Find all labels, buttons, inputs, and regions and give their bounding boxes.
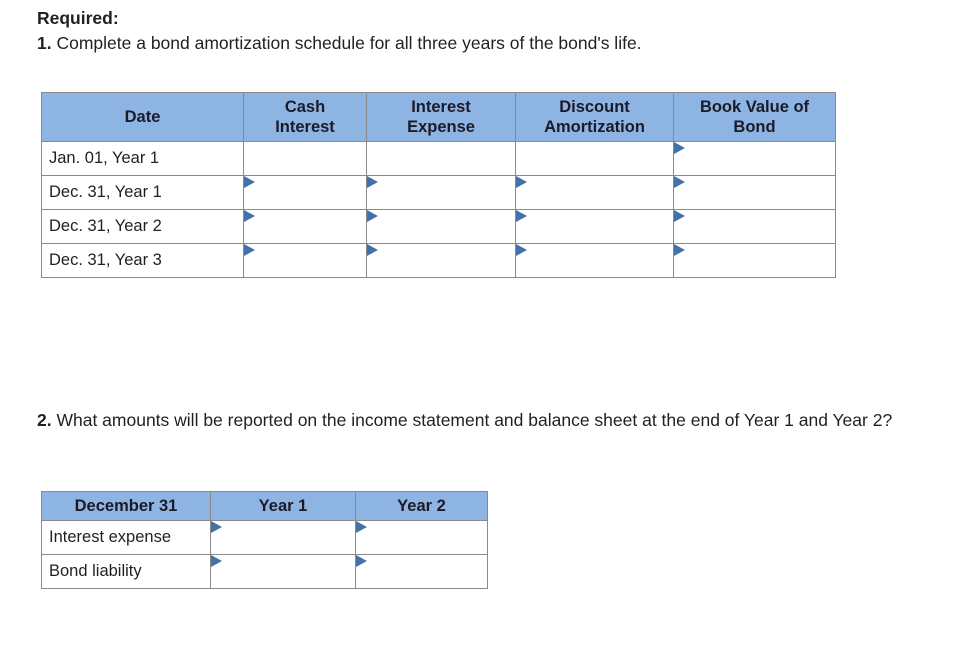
blue-triangle-marker-icon bbox=[244, 176, 255, 188]
blue-triangle-marker-icon bbox=[516, 210, 527, 222]
cell-interest-expense-row-4[interactable] bbox=[366, 243, 516, 278]
cell-bond-liability-year-1[interactable] bbox=[210, 554, 356, 589]
required-label: Required: bbox=[37, 8, 119, 28]
column-header-year-2: Year 2 bbox=[355, 491, 488, 521]
blue-triangle-marker-icon bbox=[367, 244, 378, 256]
blue-triangle-marker-icon bbox=[367, 210, 378, 222]
cell-discount-amortization-row-1[interactable] bbox=[515, 141, 674, 176]
blue-triangle-marker-icon bbox=[674, 176, 685, 188]
column-header-december-31: December 31 bbox=[41, 491, 211, 521]
schedule-table-body: Jan. 01, Year 1 Dec. 31, Year 1 Dec. 31,… bbox=[41, 141, 836, 278]
cell-interest-expense-row-1[interactable] bbox=[366, 141, 516, 176]
blue-triangle-marker-icon bbox=[211, 521, 222, 533]
cell-book-value-row-4[interactable] bbox=[673, 243, 836, 278]
column-header-book-value-of-bond: Book Value of Bond bbox=[673, 92, 836, 142]
cell-cash-interest-row-3[interactable] bbox=[243, 209, 367, 244]
blue-triangle-marker-icon bbox=[244, 244, 255, 256]
cell-interest-expense-year-1[interactable] bbox=[210, 520, 356, 555]
column-header-year-1: Year 1 bbox=[210, 491, 356, 521]
cell-discount-amortization-row-2[interactable] bbox=[515, 175, 674, 210]
blue-triangle-marker-icon bbox=[674, 210, 685, 222]
bond-amortization-schedule-table: Date Cash Interest Interest Expense Disc… bbox=[41, 92, 836, 278]
blue-triangle-marker-icon bbox=[367, 176, 378, 188]
row-label-date: Dec. 31, Year 1 bbox=[41, 175, 244, 210]
column-header-book-value-line2: Bond bbox=[733, 118, 776, 136]
blue-triangle-marker-icon bbox=[674, 244, 685, 256]
table-row: Jan. 01, Year 1 bbox=[41, 141, 836, 176]
table-row: Dec. 31, Year 1 bbox=[41, 175, 836, 210]
question-2-number: 2. bbox=[37, 410, 52, 430]
question-1-block: Required: 1. Complete a bond amortizatio… bbox=[37, 6, 937, 56]
amounts-table-body: Interest expense Bond liability bbox=[41, 520, 488, 589]
column-header-cash-interest-line2: Interest bbox=[275, 118, 335, 136]
column-header-discount-amortization-line2: Amortization bbox=[544, 118, 645, 136]
column-header-cash-interest-line1: Cash bbox=[284, 98, 326, 116]
cell-cash-interest-row-2[interactable] bbox=[243, 175, 367, 210]
cell-discount-amortization-row-3[interactable] bbox=[515, 209, 674, 244]
row-label-interest-expense: Interest expense bbox=[41, 520, 211, 555]
question-1-text: Complete a bond amortization schedule fo… bbox=[51, 33, 642, 53]
row-label-bond-liability: Bond liability bbox=[41, 554, 211, 589]
schedule-header-row: Date Cash Interest Interest Expense Disc… bbox=[41, 92, 836, 142]
blue-triangle-marker-icon bbox=[211, 555, 222, 567]
column-header-interest-expense-line2: Expense bbox=[407, 118, 475, 136]
cell-interest-expense-row-2[interactable] bbox=[366, 175, 516, 210]
column-header-interest-expense-line1: Interest bbox=[411, 98, 471, 116]
cell-book-value-row-1[interactable] bbox=[673, 141, 836, 176]
cell-discount-amortization-row-4[interactable] bbox=[515, 243, 674, 278]
cell-cash-interest-row-4[interactable] bbox=[243, 243, 367, 278]
blue-triangle-marker-icon bbox=[356, 521, 367, 533]
column-header-date: Date bbox=[41, 92, 244, 142]
question-2-block: 2. What amounts will be reported on the … bbox=[37, 408, 942, 433]
column-header-book-value-line1: Book Value of bbox=[699, 98, 810, 116]
amounts-header-row: December 31 Year 1 Year 2 bbox=[41, 491, 488, 521]
table-row: Bond liability bbox=[41, 554, 488, 589]
table-row: Dec. 31, Year 3 bbox=[41, 243, 836, 278]
row-label-date: Dec. 31, Year 3 bbox=[41, 243, 244, 278]
amounts-table-header: December 31 Year 1 Year 2 bbox=[41, 491, 488, 521]
schedule-table-header: Date Cash Interest Interest Expense Disc… bbox=[41, 92, 836, 142]
reported-amounts-table: December 31 Year 1 Year 2 Interest expen… bbox=[41, 491, 488, 589]
blue-triangle-marker-icon bbox=[356, 555, 367, 567]
column-header-interest-expense: Interest Expense bbox=[366, 92, 516, 142]
question-2-text: What amounts will be reported on the inc… bbox=[51, 410, 893, 430]
table-row: Dec. 31, Year 2 bbox=[41, 209, 836, 244]
cell-interest-expense-year-2[interactable] bbox=[355, 520, 488, 555]
row-label-date: Jan. 01, Year 1 bbox=[41, 141, 244, 176]
blue-triangle-marker-icon bbox=[674, 142, 685, 154]
blue-triangle-marker-icon bbox=[516, 244, 527, 256]
table-row: Interest expense bbox=[41, 520, 488, 555]
blue-triangle-marker-icon bbox=[516, 176, 527, 188]
row-label-date: Dec. 31, Year 2 bbox=[41, 209, 244, 244]
column-header-discount-amortization: Discount Amortization bbox=[515, 92, 674, 142]
blue-triangle-marker-icon bbox=[244, 210, 255, 222]
question-1-number: 1. bbox=[37, 33, 52, 53]
column-header-cash-interest: Cash Interest bbox=[243, 92, 367, 142]
cell-book-value-row-3[interactable] bbox=[673, 209, 836, 244]
cell-book-value-row-2[interactable] bbox=[673, 175, 836, 210]
column-header-discount-amortization-line1: Discount bbox=[559, 98, 630, 116]
cell-cash-interest-row-1[interactable] bbox=[243, 141, 367, 176]
cell-interest-expense-row-3[interactable] bbox=[366, 209, 516, 244]
cell-bond-liability-year-2[interactable] bbox=[355, 554, 488, 589]
